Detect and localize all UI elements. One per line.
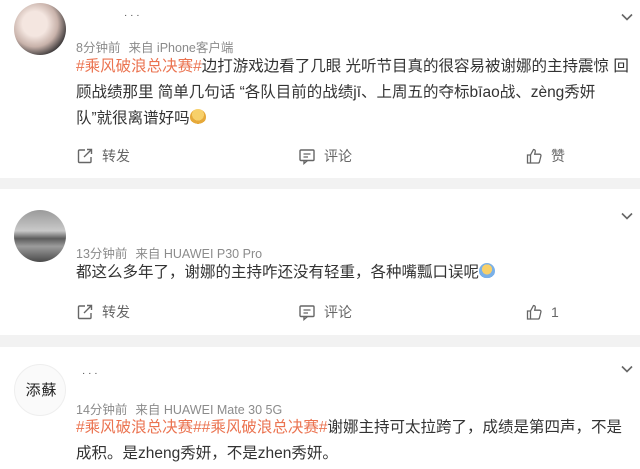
comment-button[interactable]: 评论 — [298, 145, 352, 167]
avatar[interactable]: 添 蘇 — [14, 364, 66, 416]
post-body: #乘风破浪总决赛#边打游戏边看了几眼 光听节目真的很容易被谢娜的主持震惊 回顾战… — [76, 54, 630, 132]
like-count: 1 — [551, 304, 559, 320]
weibo-comment-card: 13分钟前 来自 HUAWEI P30 Pro 都这么多年了，谢娜的主持咋还没有轻… — [0, 189, 640, 335]
post-body: #乘风破浪总决赛##乘风破浪总决赛#谢娜主持可太拉跨了，成绩是第四声，不是成积。… — [76, 415, 630, 467]
avatar-calligraphy: 添 蘇 — [25, 380, 57, 399]
forward-button[interactable]: 转发 — [76, 145, 130, 167]
share-box-icon — [77, 304, 93, 320]
emoji-screaming-icon — [479, 263, 496, 279]
post-time: 13分钟前 — [76, 247, 128, 261]
comment-box-icon — [299, 305, 315, 321]
forward-label: 转发 — [102, 304, 130, 320]
like-button[interactable]: 1 — [525, 301, 559, 323]
weibo-comment-card: · · · 8分钟前 来自 iPhone客户端 #乘风破浪总决赛#边打游戏边看了几… — [0, 0, 640, 178]
chevron-down-icon[interactable] — [620, 209, 634, 223]
forward-button[interactable]: 转发 — [76, 301, 130, 323]
action-bar: 转发 评论 1 — [76, 301, 636, 323]
thumbs-up-icon — [526, 148, 542, 164]
chevron-down-icon[interactable] — [620, 362, 634, 376]
share-box-icon — [77, 148, 93, 164]
like-label: 赞 — [551, 148, 565, 164]
post-text: 都这么多年了，谢娜的主持咋还没有轻重，各种嘴瓢口误呢 — [76, 264, 480, 281]
emoji-bowing-icon — [189, 109, 206, 125]
comment-label: 评论 — [324, 148, 352, 164]
comment-button[interactable]: 评论 — [298, 301, 352, 323]
post-time: 8分钟前 — [76, 41, 121, 55]
comment-label: 评论 — [324, 304, 352, 320]
topic-tag[interactable]: #乘风破浪总决赛# — [202, 419, 328, 436]
topic-tag[interactable]: #乘风破浪总决赛# — [76, 58, 202, 75]
chevron-down-icon[interactable] — [620, 10, 634, 24]
forward-label: 转发 — [102, 148, 130, 164]
comment-box-icon — [299, 149, 315, 165]
thumbs-up-icon — [526, 304, 542, 320]
username-obscured[interactable]: · · · — [124, 10, 140, 21]
post-body: 都这么多年了，谢娜的主持咋还没有轻重，各种嘴瓢口误呢 — [76, 260, 630, 286]
avatar[interactable] — [14, 3, 66, 55]
like-button[interactable]: 赞 — [525, 145, 565, 167]
username-obscured[interactable]: · · · — [82, 368, 98, 379]
action-bar: 转发 评论 赞 — [76, 145, 636, 167]
avatar[interactable] — [14, 210, 66, 262]
post-source: 来自 HUAWEI P30 Pro — [135, 247, 263, 261]
topic-tag[interactable]: #乘风破浪总决赛# — [76, 419, 202, 436]
post-source: 来自 iPhone客户端 — [128, 41, 234, 55]
weibo-comment-card: 添 蘇 · · · 14分钟前 来自 HUAWEI Mate 30 5G #乘风破… — [0, 347, 640, 469]
